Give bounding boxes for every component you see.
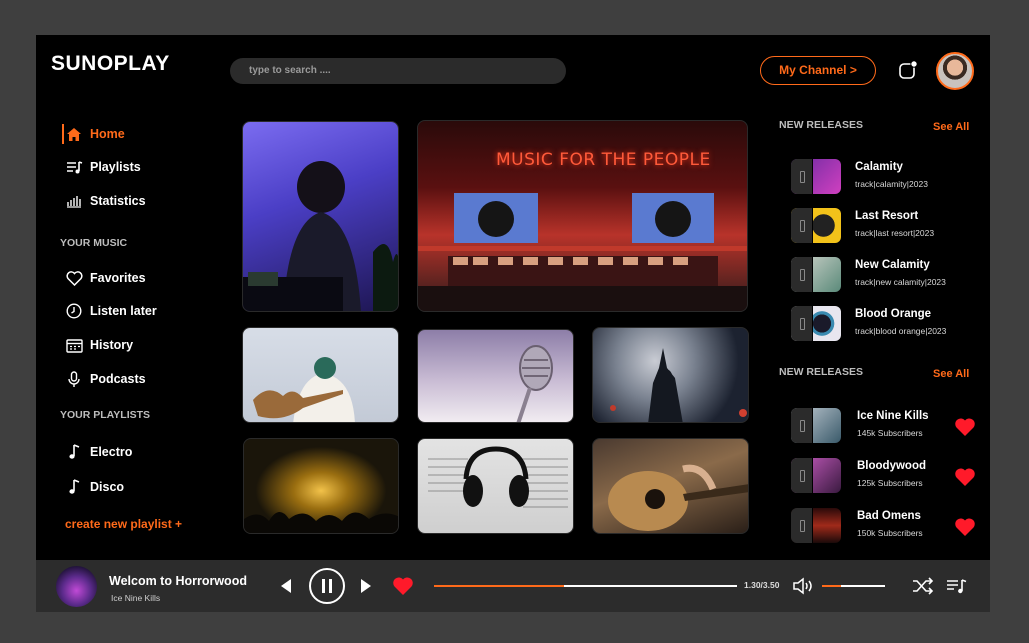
pause-icon (322, 579, 332, 593)
search-input[interactable]: type to search .... (230, 58, 566, 84)
your-playlists-heading: YOUR PLAYLISTS (60, 409, 151, 421)
sidebar-item-listen-later[interactable]: Listen later (65, 301, 157, 321)
statistics-icon (65, 192, 83, 210)
media-tile-keyboardist[interactable] (242, 121, 399, 312)
track-thumbnail (791, 257, 841, 292)
heart-icon[interactable] (954, 467, 976, 487)
media-tile-microphone[interactable] (417, 329, 574, 423)
sidebar-item-statistics[interactable]: Statistics (65, 191, 146, 211)
sidebar-item-favorites[interactable]: Favorites (65, 268, 146, 288)
shuffle-icon[interactable] (912, 576, 934, 596)
sidebar-item-label: Disco (90, 480, 125, 494)
sidebar-item-label: Home (90, 127, 125, 141)
my-channel-button[interactable]: My Channel > (760, 56, 876, 85)
media-tile-guitarist[interactable] (242, 327, 399, 423)
like-heart-icon[interactable] (392, 576, 414, 596)
track-meta: track|calamity|2023 (855, 179, 928, 189)
progress-fill (434, 585, 565, 587)
heart-icon[interactable] (954, 517, 976, 537)
track-meta: track|new calamity|2023 (855, 277, 946, 287)
release-item[interactable]: Last Resort track|last resort|2023 (791, 208, 981, 244)
app-window: SUNOPLAY type to search .... My Channel … (36, 35, 990, 612)
volume-slider[interactable] (822, 585, 885, 587)
playlist-icon (65, 158, 83, 176)
sidebar-item-label: Podcasts (90, 372, 146, 386)
track-meta: track|last resort|2023 (855, 228, 935, 238)
sidebar-item-label: Listen later (90, 304, 157, 318)
music-note-icon (65, 443, 83, 461)
media-tile-crowd[interactable] (243, 438, 399, 534)
progress-slider[interactable] (434, 585, 737, 587)
now-playing-artist[interactable]: Ice Nine Kills (111, 593, 160, 603)
track-title: Last Resort (855, 210, 919, 222)
media-tile-acoustic-guitar[interactable] (592, 438, 749, 534)
artist-subscribers: 150k Subscribers (857, 528, 923, 538)
queue-icon[interactable] (946, 576, 968, 596)
artist-subscribers: 125k Subscribers (857, 478, 923, 488)
artist-name: Ice Nine Kills (857, 410, 929, 422)
release-item[interactable]: Blood Orange track|blood orange|2023 (791, 306, 981, 342)
artist-name: Bad Omens (857, 510, 921, 522)
music-note-icon (65, 478, 83, 496)
track-title: Blood Orange (855, 308, 932, 320)
heart-icon[interactable] (954, 417, 976, 437)
sidebar-item-label: History (90, 338, 134, 352)
create-playlist-link[interactable]: create new playlist + (65, 517, 182, 531)
sidebar-item-podcasts[interactable]: Podcasts (65, 369, 146, 389)
media-tile-headphones[interactable] (417, 438, 574, 534)
artist-item[interactable]: Bloodywood 125k Subscribers (791, 458, 981, 494)
track-thumbnail (791, 159, 841, 194)
track-thumbnail (791, 306, 841, 341)
pause-button[interactable] (309, 568, 345, 604)
home-icon (65, 125, 83, 143)
track-meta: track|blood orange|2023 (855, 326, 947, 336)
calendar-icon (65, 336, 83, 354)
microphone-icon (65, 370, 83, 388)
sidebar-item-label: Statistics (90, 194, 146, 208)
track-title: Calamity (855, 161, 903, 173)
track-thumbnail (791, 208, 841, 243)
clock-icon (65, 302, 83, 320)
previous-icon[interactable] (279, 577, 293, 595)
your-music-heading: YOUR MUSIC (60, 237, 128, 249)
sidebar-item-electro[interactable]: Electro (65, 442, 132, 462)
artist-name: Bloodywood (857, 460, 926, 472)
artist-item[interactable]: Ice Nine Kills 145k Subscribers (791, 408, 981, 444)
track-title: New Calamity (855, 259, 930, 271)
media-tile-bar[interactable]: MUSIC FOR THE PEOPLE (417, 120, 748, 312)
media-tile-concert-smoke[interactable] (592, 327, 749, 423)
sidebar-item-disco[interactable]: Disco (65, 477, 124, 497)
artist-thumbnail (791, 458, 841, 493)
next-icon[interactable] (359, 577, 373, 595)
release-item[interactable]: Calamity track|calamity|2023 (791, 159, 981, 195)
sidebar-item-label: Playlists (90, 160, 141, 174)
sidebar-item-label: Favorites (90, 271, 146, 285)
sidebar-item-playlists[interactable]: Playlists (65, 157, 141, 177)
new-releases-heading-2: NEW RELEASES (779, 366, 864, 378)
player-bar: Welcom to Horrorwood Ice Nine Kills 1.30… (36, 560, 990, 612)
user-avatar[interactable] (936, 52, 974, 90)
artist-thumbnail (791, 408, 841, 443)
release-item[interactable]: New Calamity track|new calamity|2023 (791, 257, 981, 293)
volume-icon[interactable] (792, 576, 814, 596)
see-all-artists-link[interactable]: See All (933, 368, 969, 380)
artist-thumbnail (791, 508, 841, 543)
neon-sign-text: MUSIC FOR THE PEOPLE (496, 150, 711, 170)
artist-subscribers: 145k Subscribers (857, 428, 923, 438)
sidebar-item-label: Electro (90, 445, 133, 459)
artist-item[interactable]: Bad Omens 150k Subscribers (791, 508, 981, 544)
sidebar-item-history[interactable]: History (65, 335, 133, 355)
volume-fill (822, 585, 841, 587)
notification-icon[interactable] (898, 60, 918, 80)
playback-time: 1.30/3.50 (744, 580, 780, 590)
see-all-releases-link[interactable]: See All (933, 121, 969, 133)
now-playing-artwork[interactable] (56, 566, 97, 607)
sidebar-item-home[interactable]: Home (62, 124, 125, 144)
app-logo[interactable]: SUNOPLAY (51, 52, 170, 76)
new-releases-heading: NEW RELEASES (779, 119, 864, 131)
heart-outline-icon (65, 269, 83, 287)
now-playing-title: Welcom to Horrorwood (109, 574, 247, 588)
